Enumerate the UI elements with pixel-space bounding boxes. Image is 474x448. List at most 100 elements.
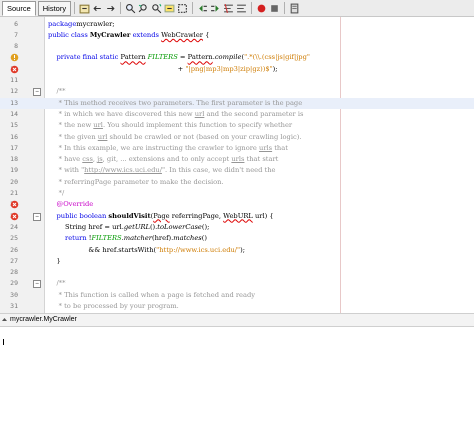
code-line[interactable]: 15 * the new url. You should implement t…	[0, 120, 474, 131]
code-line[interactable]: 6 packagemycrawler;	[0, 19, 474, 30]
code-text[interactable]: /**	[48, 278, 66, 289]
output-area[interactable]	[0, 327, 474, 448]
breadcrumb-label[interactable]: mycrawler.MyCrawler	[10, 316, 77, 323]
code-token: * with "	[48, 166, 85, 175]
uncomment-button[interactable]	[236, 3, 247, 14]
code-text[interactable]: * have css, js, git, ... extensions and …	[48, 154, 279, 165]
back-button[interactable]	[92, 3, 103, 14]
code-token: toLowerCase	[157, 222, 202, 231]
code-line[interactable]: 16 * the given url should be crawled or …	[0, 132, 474, 143]
code-line[interactable]: 18 * have css, js, git, ... extensions a…	[0, 154, 474, 165]
code-text[interactable]: public class MyCrawler extends WebCrawle…	[48, 30, 209, 41]
code-text[interactable]: @Override	[48, 199, 94, 210]
code-text[interactable]: String href = url.getURL().toLowerCase()…	[48, 222, 209, 233]
navigate-up-icon[interactable]	[2, 317, 7, 322]
code-text[interactable]: * In this example, we are instructing th…	[48, 143, 288, 154]
code-text[interactable]: return !FILTERS.matcher(href).matches()	[48, 233, 207, 244]
code-line[interactable]: 23− public boolean shouldVisit(Page refe…	[0, 211, 474, 222]
code-text[interactable]: * to be processed by your program.	[48, 301, 179, 312]
code-line[interactable]: 31 * to be processed by your program.	[0, 301, 474, 312]
code-text[interactable]: * the given url should be crawled or not…	[48, 132, 302, 143]
code-line[interactable]: 29 − /**	[0, 278, 474, 289]
code-line[interactable]: 14 * in which we have discovered this ne…	[0, 109, 474, 120]
code-line[interactable]: 12 − /**	[0, 86, 474, 97]
code-text[interactable]: */	[48, 188, 65, 199]
code-text[interactable]: * This function is called when a page is…	[48, 290, 255, 301]
code-line[interactable]: 13 * This method receives two parameters…	[0, 97, 474, 109]
code-line[interactable]: 8	[0, 41, 474, 52]
code-line[interactable]: 30 * This function is called when a page…	[0, 290, 474, 301]
code-token: matcher	[123, 234, 152, 243]
code-token: ();	[201, 222, 210, 231]
code-text[interactable]: }	[48, 256, 61, 267]
breadcrumb[interactable]: mycrawler.MyCrawler	[0, 313, 474, 327]
code-line[interactable]: 7 public class MyCrawler extends WebCrawl…	[0, 30, 474, 41]
tab-source[interactable]: Source	[2, 0, 36, 16]
code-editor[interactable]: 6 packagemycrawler; 7 public class MyCrawle…	[0, 17, 474, 313]
tab-history[interactable]: History	[37, 0, 72, 16]
code-line[interactable]: 24 String href = url.getURL().toLowerCas…	[0, 222, 474, 233]
forward-button[interactable]	[105, 3, 116, 14]
find-next-button[interactable]	[151, 3, 162, 14]
warning-annotation-icon[interactable]	[10, 53, 19, 62]
code-text[interactable]: * in which we have discovered this new u…	[48, 109, 304, 120]
shift-left-button[interactable]	[197, 3, 208, 14]
code-line[interactable]: 21 */	[0, 188, 474, 199]
code-token: * This method receives two parameters. T…	[48, 98, 303, 107]
code-token: .compile	[212, 53, 242, 62]
code-token: * in which we have discovered this new	[48, 109, 195, 118]
code-text[interactable]: * referringPage parameter to make the de…	[48, 177, 224, 188]
error-annotation-icon[interactable]	[10, 65, 19, 74]
find-previous-button[interactable]	[138, 3, 149, 14]
code-text[interactable]: * This method receives two parameters. T…	[48, 98, 303, 109]
code-token: * In this example, we are instructing th…	[48, 143, 260, 152]
last-edit-button[interactable]	[79, 3, 90, 14]
error-annotation-icon[interactable]	[10, 200, 19, 209]
fold-toggle-icon[interactable]: −	[33, 212, 41, 221]
code-line[interactable]: 22 @Override	[0, 199, 474, 210]
code-line[interactable]: 11	[0, 75, 474, 86]
code-token: );	[240, 245, 245, 254]
highlight-toggle-button[interactable]	[164, 3, 175, 14]
code-line[interactable]: 28	[0, 267, 474, 278]
code-line[interactable]: 17 * In this example, we are instructing…	[0, 143, 474, 154]
code-line[interactable]: 19 * with "http://www.ics.uci.edu/". In …	[0, 165, 474, 176]
code-text[interactable]: && href.startsWith("http://www.ics.uci.e…	[48, 245, 245, 256]
code-text[interactable]: private final static Pattern FILTERS = P…	[48, 52, 310, 63]
shift-right-button[interactable]	[210, 3, 221, 14]
bookmark-button[interactable]	[289, 3, 300, 14]
code-token: return	[65, 234, 89, 243]
code-token: +	[48, 64, 186, 73]
fold-toggle-icon[interactable]: −	[33, 88, 41, 97]
line-number: 6	[14, 19, 18, 28]
code-token: urls	[231, 155, 245, 164]
toggle-rectangular-button[interactable]	[177, 3, 188, 14]
code-text[interactable]: * the new url. You should implement this…	[48, 120, 293, 131]
code-token: }	[48, 256, 61, 265]
code-text[interactable]: packagemycrawler;	[48, 19, 115, 30]
code-token: url	[93, 121, 103, 130]
line-number: 28	[10, 268, 18, 277]
code-line[interactable]: 20 * referringPage parameter to make the…	[0, 177, 474, 188]
line-number: 17	[10, 143, 18, 152]
shift-right-icon	[211, 4, 219, 12]
code-text[interactable]: /**	[48, 86, 66, 97]
code-token: "http://www.ics.uci.edu/"	[156, 245, 241, 254]
code-line[interactable]: 10 + "|png|mp3|mp3|zip|gz))$");	[0, 64, 474, 75]
code-text[interactable]: public boolean shouldVisit(Page referrin…	[48, 211, 274, 222]
error-annotation-icon[interactable]	[10, 212, 19, 221]
stop-macro-button[interactable]	[269, 3, 280, 14]
code-text[interactable]: + "|png|mp3|mp3|zip|gz))$");	[48, 64, 278, 75]
code-line[interactable]: 9 private final static Pattern FILTERS =…	[0, 52, 474, 63]
code-line[interactable]: 26 && href.startsWith("http://www.ics.uc…	[0, 245, 474, 256]
line-number: 26	[10, 245, 18, 254]
find-selection-button[interactable]	[125, 3, 136, 14]
comment-button[interactable]	[223, 3, 234, 14]
start-macro-button[interactable]	[256, 3, 267, 14]
code-line[interactable]: 27 }	[0, 256, 474, 267]
code-line[interactable]: 25 return !FILTERS.matcher(href).matches…	[0, 233, 474, 244]
code-text[interactable]: * with "http://www.ics.uci.edu/". In thi…	[48, 165, 276, 176]
fold-toggle-icon[interactable]: −	[33, 280, 41, 289]
